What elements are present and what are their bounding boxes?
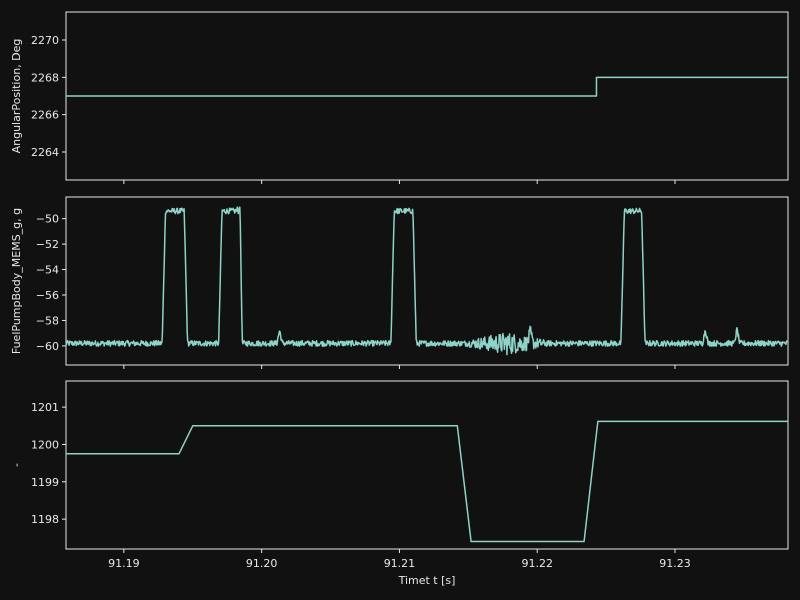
y-axis-label: - — [10, 463, 23, 467]
y-tick-label: −52 — [36, 238, 59, 251]
y-axis-label: AngularPosition, Deg — [10, 39, 23, 154]
y-tick-label: 2264 — [31, 146, 59, 159]
series-line — [65, 206, 789, 356]
y-tick-label: 2268 — [31, 71, 59, 84]
y-tick-label: 1198 — [31, 513, 59, 526]
y-tick-label: −54 — [36, 264, 59, 277]
x-tick-label: 91.21 — [384, 557, 416, 570]
x-tick-label: 91.19 — [108, 557, 140, 570]
y-tick-label: −50 — [36, 213, 59, 226]
x-tick-label: 91.22 — [521, 557, 553, 570]
y-axis-label: FuelPumpBody_MEMS_g, g — [10, 208, 23, 354]
x-tick-label: 91.20 — [246, 557, 278, 570]
y-tick-label: 2266 — [31, 109, 59, 122]
x-tick-label: 91.23 — [659, 557, 691, 570]
axes-frame — [65, 380, 789, 550]
axes-frame — [65, 196, 789, 366]
x-axis-label: Timet t [s] — [398, 574, 456, 587]
figure: 2264226622682270AngularPosition, Deg−60−… — [10, 11, 789, 587]
y-tick-label: 2270 — [31, 34, 59, 47]
y-tick-label: −58 — [36, 314, 59, 327]
y-tick-label: −56 — [36, 289, 59, 302]
y-tick-label: 1201 — [31, 401, 59, 414]
y-tick-label: −60 — [36, 340, 59, 353]
subplot-2: −60 −58 −56 −54 −52 −50 FuelPumpBody_MEMS_g, g — [10, 196, 789, 369]
subplot-3: 1198 1199 1200 1201 91.19 91.20 91.21 91.22 91.2… — [10, 380, 789, 587]
series-line — [66, 76, 788, 97]
series-line — [66, 420, 788, 543]
y-tick-label: 1200 — [31, 438, 59, 451]
subplot-1: 2264 2266 2268 2270 AngularPosition, Deg — [10, 11, 789, 184]
y-tick-label: 1199 — [31, 476, 59, 489]
